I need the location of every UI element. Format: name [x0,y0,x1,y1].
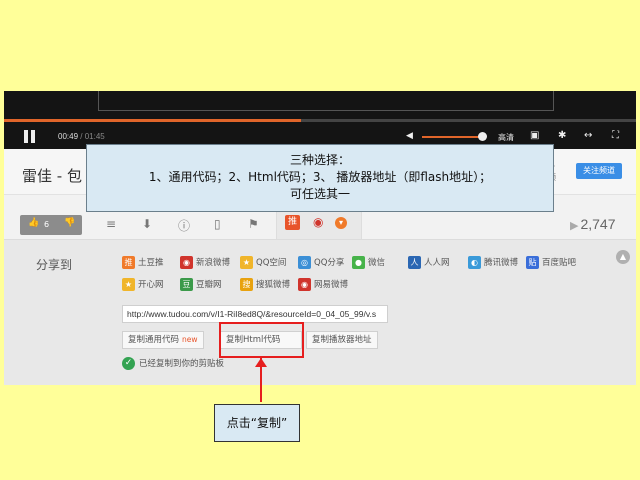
copy-player-address-button[interactable]: 复制播放器地址 [306,331,378,349]
share-site-label: QQ空间 [256,258,287,268]
share-label: 分享到 [36,258,73,272]
sohu-weibo-icon: 搜 [240,278,253,291]
qzone-icon: ★ [240,256,253,269]
progress-fill [4,119,302,122]
share-site-baidu-tieba[interactable]: 贴百度贴吧 [526,256,576,270]
weibo-icon: ◉ [313,215,324,229]
video-frame [98,91,554,111]
annotation-arrow-head [255,358,267,367]
sina-weibo-icon: ◉ [180,256,193,269]
time-current: 00:49 [58,132,79,141]
video-title: 雷佳 - 包 [22,167,82,185]
settings-icon[interactable]: ✱ [558,130,566,141]
mobile-icon[interactable]: ▯ [214,217,221,231]
share-site-douban[interactable]: 豆豆瓣网 [180,278,222,292]
kaixin-icon: ★ [122,278,135,291]
qq-icon: ◎ [298,256,311,269]
pause-icon[interactable] [24,130,36,143]
wechat-icon: ● [352,256,365,269]
share-url-input[interactable]: http://www.tudou.com/v/I1-RiI8ed8Q/&reso… [122,305,388,323]
checkmark-icon: ✓ [122,357,135,370]
widescreen-icon[interactable]: ↔ [584,130,592,141]
download-icon[interactable]: ⬇ [142,217,152,231]
thumbs-down-icon[interactable]: 👎 [64,218,75,228]
share-site-netease-weibo[interactable]: ◉ 网易微博 [298,278,348,292]
fullscreen-icon[interactable]: ⛶ [612,130,619,141]
share-site-qq[interactable]: ◎ QQ分享 [298,256,344,270]
screenshot-area: 00:49 / 01:45 ◀ 高清 ▣ ✱ ↔ ⛶ 雷佳 - 包 rszy 视… [4,91,636,385]
collapse-up-icon[interactable]: ▲ [616,250,630,264]
follow-channel-button[interactable]: 关注频道 [576,163,622,179]
share-site-label: 搜狐微博 [256,280,291,290]
volume-slider[interactable] [422,136,482,138]
share-site-qzone[interactable]: ★ QQ空间 [240,256,286,270]
instruction-callout: 三种选择： 1、通用代码；2、Html代码；3、 播放器地址（即flash地址）… [86,144,554,212]
share-site-renren[interactable]: 人人人网 [408,256,450,270]
click-copy-note: 点击“复制” [214,404,300,442]
douban-icon: 豆 [180,278,193,291]
baidu-tieba-icon: 贴 [526,256,539,269]
like-count: 6 [44,220,50,229]
view-counter: ▶ 2,747 [570,216,616,232]
play-count-icon: ▶ [570,220,579,232]
copy-success-message: ✓ 已经复制到你的剪贴板 [122,357,224,370]
share-site-label: 人人网 [424,258,450,268]
share-site-wechat[interactable]: ● 微信 [352,256,385,270]
info-icon[interactable]: ⓘ [178,217,190,234]
share-site-label: 腾讯微博 [484,258,519,268]
share-panel: 分享到 ▲ 推土豆推 ◉ 新浪微博 ★ QQ空间 ◎ QQ分享 ● 微信 人人人网 ◐ 腾… [4,239,636,385]
share-site-tudou[interactable]: 推土豆推 [122,256,164,270]
highlight-rectangle [219,322,304,358]
view-count: 2,747 [580,216,616,232]
new-badge: new [182,335,198,344]
share-site-sina-weibo[interactable]: ◉ 新浪微博 [180,256,230,270]
action-bar: 👍 6 👎 ≡ ⬇ ⓘ ▯ ⚑ 推 ◉ ▾ ▶ 2,747 [4,209,636,239]
volume-knob[interactable] [478,132,487,141]
quality-button[interactable]: 高清 [498,132,514,143]
time-display: 00:49 / 01:45 [58,132,105,141]
more-share-icon: ▾ [335,217,347,229]
video-player[interactable]: 00:49 / 01:45 ◀ 高清 ▣ ✱ ↔ ⛶ [4,91,636,149]
tudou-recommend-icon: 推 [285,215,300,230]
share-tab[interactable]: 推 ◉ ▾ [276,211,362,239]
mini-window-icon[interactable]: ▣ [530,130,539,141]
copied-text: 已经复制到你的剪贴板 [139,359,225,369]
thumbs-up-icon[interactable]: 👍 [28,218,39,228]
share-site-tencent-weibo[interactable]: ◐ 腾讯微博 [468,256,518,270]
callout-line-3: 可任选其一 [289,187,350,201]
report-flag-icon[interactable]: ⚑ [248,217,259,231]
share-site-label: 新浪微博 [196,258,231,268]
slide-background-top [0,0,640,90]
copy-generic-label: 复制通用代码 [128,335,180,345]
volume-icon[interactable]: ◀ [406,131,416,141]
callout-line-1: 三种选择： [289,153,350,167]
copy-generic-code-button[interactable]: 复制通用代码 new [122,331,204,349]
share-site-label: 微信 [368,258,386,268]
progress-bar[interactable] [4,119,636,122]
netease-weibo-icon: ◉ [298,278,311,291]
share-site-label: 开心网 [138,280,164,290]
share-site-label: 豆瓣网 [196,280,222,290]
tencent-weibo-icon: ◐ [468,256,481,269]
share-site-label: 土豆推 [138,258,164,268]
share-site-label: QQ分享 [314,258,345,268]
share-site-label: 网易微博 [314,280,349,290]
renren-icon: 人 [408,256,421,269]
add-to-playlist-icon[interactable]: ≡ [106,217,116,231]
tudou-icon: 推 [122,256,135,269]
callout-line-2: 1、通用代码；2、Html代码；3、 播放器地址（即flash地址）； [148,170,492,184]
time-separator: / [78,132,85,141]
like-dislike-box: 👍 6 👎 [20,215,82,235]
time-total: 01:45 [84,132,105,141]
share-site-kaixin[interactable]: ★ 开心网 [122,278,164,292]
share-site-label: 百度贴吧 [542,258,577,268]
share-site-sohu-weibo[interactable]: 搜搜狐微博 [240,278,290,292]
